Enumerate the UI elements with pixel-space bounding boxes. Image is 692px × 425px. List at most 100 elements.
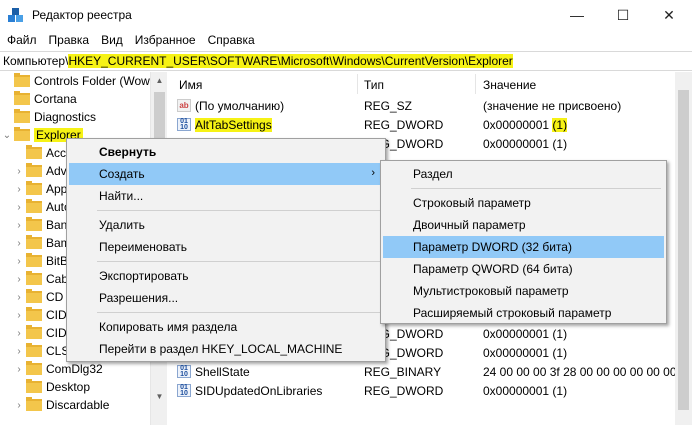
tree-item[interactable]: Controls Folder (Wow6	[2, 72, 156, 90]
folder-open-icon	[14, 127, 30, 141]
scroll-up-icon[interactable]: ▲	[151, 72, 168, 88]
regedit-app-icon	[8, 7, 24, 23]
folder-icon	[26, 307, 42, 321]
tree-item[interactable]: › ComDlg32	[14, 360, 103, 378]
chevron-right-icon[interactable]: ›	[14, 184, 24, 195]
delete-menu-item[interactable]: Удалить	[69, 214, 383, 236]
value-data: 0x00000001 (1)	[483, 384, 568, 398]
chevron-down-icon[interactable]: ⌄	[2, 130, 12, 141]
value-name: ShellState	[195, 365, 250, 379]
collapse-menu-item[interactable]: Свернуть	[69, 141, 383, 163]
chevron-right-icon[interactable]: ›	[14, 220, 24, 231]
value-row[interactable]: 01 10 AltTabSettings REG_DWORD 0x00000001…	[173, 116, 692, 135]
value-type: REG_BINARY	[364, 365, 442, 379]
tree-item[interactable]: › Apps	[14, 180, 73, 198]
menu-separator	[411, 188, 661, 189]
permissions-menu-item[interactable]: Разрешения...	[69, 287, 383, 309]
chevron-right-icon[interactable]: ›	[14, 274, 24, 285]
chevron-right-icon[interactable]: ›	[14, 166, 24, 177]
new-expandable-string-item[interactable]: Расширяемый строковый параметр	[383, 302, 664, 324]
tree-item[interactable]: Diagnostics	[2, 108, 96, 126]
chevron-right-icon[interactable]: ›	[14, 256, 24, 267]
chevron-right-icon[interactable]: ›	[14, 310, 24, 321]
folder-icon	[26, 253, 42, 267]
string-value-icon: ab	[177, 99, 191, 112]
value-data: 0x00000001 (1)	[483, 346, 568, 360]
scroll-down-icon[interactable]: ▼	[151, 388, 168, 404]
folder-icon	[26, 343, 42, 357]
dword-value-icon: 01 10	[177, 118, 191, 131]
tree-item[interactable]: Cortana	[2, 90, 77, 108]
value-data: 0x00000001 (1)	[483, 327, 568, 341]
find-menu-item[interactable]: Найти...	[69, 185, 383, 207]
tree-item-label: Diagnostics	[34, 110, 97, 124]
new-qword-value-item[interactable]: Параметр QWORD (64 бита)	[383, 258, 664, 280]
new-multistring-value-item[interactable]: Мультистроковый параметр	[383, 280, 664, 302]
folder-icon	[26, 397, 42, 411]
value-row[interactable]: 01 10 SIDUpdatedOnLibraries REG_DWORD 0x0…	[173, 382, 692, 401]
tree-item-label: Discardable	[46, 398, 110, 412]
column-type[interactable]: Тип	[364, 78, 384, 92]
new-menu-item[interactable]: Создать ›	[69, 163, 383, 185]
goto-hklm-menu-item[interactable]: Перейти в раздел HKEY_LOCAL_MACHINE	[69, 338, 383, 360]
tree-item[interactable]: › Auto	[14, 198, 71, 216]
close-button[interactable]: ✕	[646, 0, 692, 30]
value-row[interactable]: 01 10 ShellState REG_BINARY 24 00 00 00 3…	[173, 363, 692, 382]
menu-file[interactable]: Файл	[4, 33, 40, 47]
address-path: HKEY_CURRENT_USER\SOFTWARE\Microsoft\Win…	[68, 54, 513, 68]
menu-favorites[interactable]: Избранное	[132, 33, 199, 47]
tree-item[interactable]: › Discardable	[14, 396, 109, 414]
tree-item-label: Desktop	[46, 380, 91, 394]
tree-item[interactable]: › Cabi	[14, 270, 71, 288]
menu-separator	[97, 312, 381, 313]
tree-item[interactable]: Desktop	[14, 378, 90, 396]
value-data: 24 00 00 00 3f 28 00 00 00 00 00 00 00	[483, 365, 692, 379]
tree-item[interactable]: › Adva	[14, 162, 73, 180]
minimize-button[interactable]: —	[554, 0, 600, 30]
folder-icon	[26, 181, 42, 195]
new-dword-value-item[interactable]: Параметр DWORD (32 бита)	[383, 236, 664, 258]
scrollbar-thumb[interactable]	[678, 90, 689, 410]
copy-key-name-menu-item[interactable]: Копировать имя раздела	[69, 316, 383, 338]
new-key-menu-item[interactable]: Раздел	[383, 163, 664, 185]
value-name: SIDUpdatedOnLibraries	[195, 384, 323, 398]
tree-item[interactable]: › CLSI	[14, 342, 73, 360]
chevron-right-icon[interactable]: ›	[14, 292, 24, 303]
context-menu: Свернуть Создать › Найти... Удалить Переи…	[66, 138, 386, 362]
menu-edit[interactable]: Правка	[46, 33, 93, 47]
window-title: Редактор реестра	[32, 8, 132, 22]
chevron-right-icon[interactable]: ›	[14, 364, 24, 375]
chevron-right-icon[interactable]: ›	[14, 400, 24, 411]
binary-value-icon: 01 10	[177, 365, 191, 378]
chevron-right-icon[interactable]: ›	[14, 346, 24, 357]
folder-icon	[26, 145, 42, 159]
export-menu-item[interactable]: Экспортировать	[69, 265, 383, 287]
folder-icon	[14, 109, 30, 123]
chevron-right-icon[interactable]: ›	[14, 328, 24, 339]
value-data: (значение не присвоено)	[483, 99, 622, 113]
address-bar[interactable]: Компьютер\ HKEY_CURRENT_USER\SOFTWARE\Mic…	[0, 51, 692, 71]
chevron-right-icon[interactable]: ›	[14, 202, 24, 213]
value-row[interactable]: ab (По умолчанию) REG_SZ (значение не пр…	[173, 97, 692, 116]
list-scrollbar[interactable]	[675, 72, 692, 425]
menu-bar: Файл Правка Вид Избранное Справка	[0, 30, 692, 50]
tree-item[interactable]: › CD	[14, 288, 63, 306]
chevron-right-icon[interactable]: ›	[14, 238, 24, 249]
new-binary-value-item[interactable]: Двоичный параметр	[383, 214, 664, 236]
column-value[interactable]: Значение	[483, 78, 536, 92]
menu-view[interactable]: Вид	[98, 33, 126, 47]
submenu-arrow-icon: ›	[371, 167, 375, 179]
new-string-value-item[interactable]: Строковый параметр	[383, 192, 664, 214]
menu-help[interactable]: Справка	[205, 33, 258, 47]
value-name: AltTabSettings	[195, 118, 272, 132]
address-prefix: Компьютер\	[3, 54, 69, 68]
folder-icon	[26, 163, 42, 177]
dword-value-icon: 01 10	[177, 384, 191, 397]
maximize-button[interactable]: ☐	[600, 0, 646, 30]
tree-item[interactable]: › Bam	[14, 234, 71, 252]
tree-item-label: Cortana	[34, 92, 77, 106]
rename-menu-item[interactable]: Переименовать	[69, 236, 383, 258]
column-name[interactable]: Имя	[179, 78, 202, 92]
folder-icon	[26, 361, 42, 375]
folder-icon	[14, 73, 30, 87]
